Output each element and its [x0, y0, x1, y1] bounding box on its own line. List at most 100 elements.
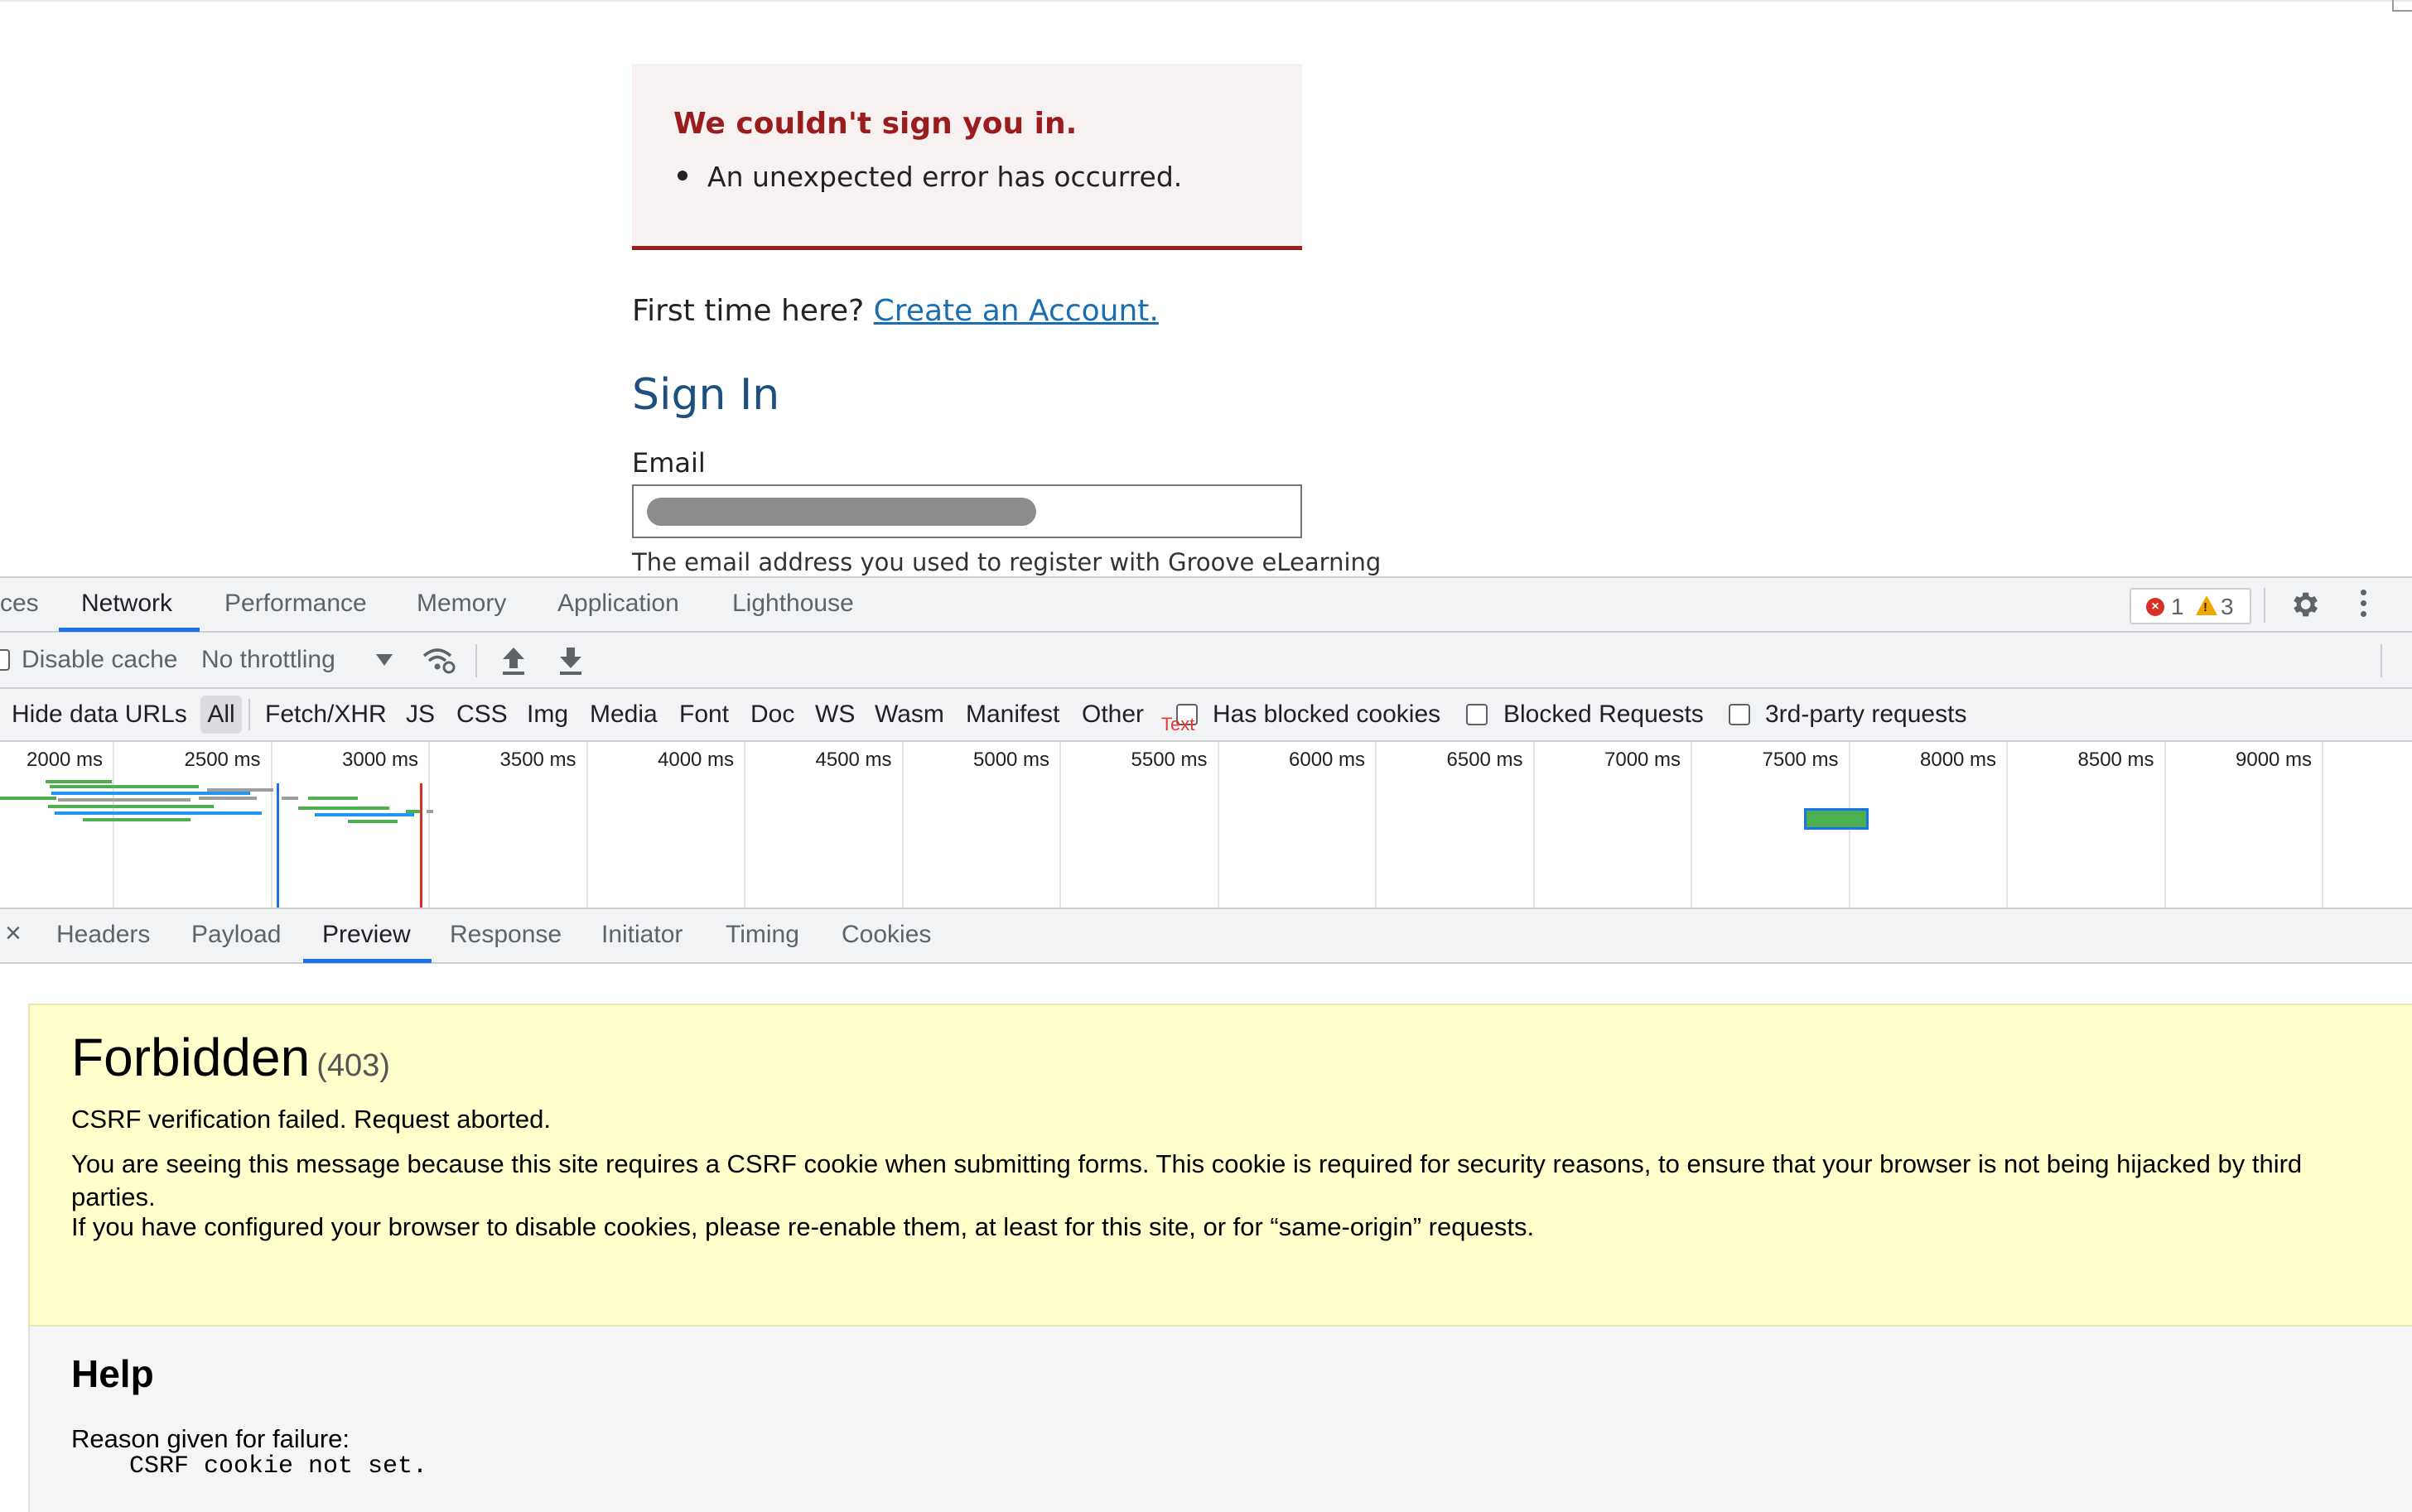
- tab-memory[interactable]: Memory: [417, 590, 506, 618]
- timeline-tick-label: 6000 ms: [1289, 749, 1366, 771]
- filter-js[interactable]: JS: [406, 701, 435, 729]
- throttling-select[interactable]: No throttling: [201, 646, 335, 674]
- tab-lighthouse[interactable]: Lighthouse: [732, 590, 854, 618]
- filter-css[interactable]: CSS: [456, 701, 508, 729]
- timeline-tick-label: 8500 ms: [2077, 749, 2154, 771]
- help-section: Help Reason given for failure: CSRF cook…: [28, 1327, 2412, 1512]
- request-bar: [308, 797, 358, 800]
- filter-doc[interactable]: Doc: [750, 701, 794, 729]
- request-bar: [282, 797, 298, 800]
- more-options-icon[interactable]: [2359, 588, 2367, 621]
- chevron-down-icon[interactable]: [376, 654, 393, 666]
- tab-cookies[interactable]: Cookies: [842, 921, 931, 949]
- filter-ws[interactable]: WS: [815, 701, 855, 729]
- third-party-checkbox[interactable]: [1729, 704, 1750, 725]
- create-account-link[interactable]: Create an Account.: [874, 294, 1159, 328]
- error-status: (403): [316, 1048, 390, 1083]
- request-bar: [199, 797, 257, 800]
- request-bar: [51, 792, 250, 795]
- error-line-3: If you have configured your browser to d…: [71, 1212, 1535, 1241]
- timeline-tick-label: 8000 ms: [1920, 749, 1997, 771]
- divider: [2381, 644, 2382, 677]
- domcontentloaded-marker: [277, 783, 279, 908]
- email-help-text: The email address you used to register w…: [632, 548, 1382, 576]
- blocked-requests-checkbox[interactable]: [1466, 704, 1488, 725]
- error-alert: We couldn't sign you in. An unexpected e…: [632, 64, 1302, 250]
- tab-network[interactable]: Network: [81, 590, 172, 618]
- timeline-gridline: [2006, 742, 2008, 908]
- corner-icon: [2392, 0, 2412, 12]
- first-time-text: First time here?: [632, 294, 865, 328]
- request-bar: [315, 813, 414, 816]
- active-tab-indicator: [59, 628, 200, 632]
- network-filter-bar: Hide data URLs All Fetch/XHR JS CSS Img …: [0, 689, 2412, 742]
- tab-timing[interactable]: Timing: [726, 921, 799, 949]
- request-bar: [58, 798, 191, 802]
- error-icon: ×: [2146, 598, 2164, 616]
- network-conditions-icon[interactable]: [421, 644, 457, 676]
- load-marker: [420, 783, 422, 908]
- divider: [475, 644, 477, 677]
- filter-media[interactable]: Media: [590, 701, 658, 729]
- issue-counter[interactable]: × 1 ! 3: [2130, 588, 2251, 624]
- filter-img[interactable]: Img: [527, 701, 568, 729]
- tab-response[interactable]: Response: [450, 921, 562, 949]
- response-preview: Forbidden (403) CSRF verification failed.…: [0, 964, 2412, 1512]
- tab-payload[interactable]: Payload: [191, 921, 281, 949]
- hide-data-urls-toggle[interactable]: Hide data URLs: [12, 701, 187, 729]
- disable-cache-checkbox[interactable]: [0, 649, 10, 671]
- help-heading: Help: [71, 1352, 154, 1395]
- filter-fetch-xhr[interactable]: Fetch/XHR: [265, 701, 387, 729]
- request-detail-tabs: × Headers Payload Preview Response Initi…: [0, 909, 2412, 964]
- timeline-tick-label: 9000 ms: [2236, 749, 2313, 771]
- timeline-gridline: [270, 742, 273, 908]
- request-bar: [298, 807, 389, 810]
- tab-application[interactable]: Application: [557, 590, 679, 618]
- filter-other[interactable]: Other: [1082, 701, 1144, 729]
- timeline-tick-label: 4000 ms: [658, 749, 735, 771]
- request-bar: [348, 820, 398, 823]
- timeline-gridline: [1217, 742, 1219, 908]
- timeline-gridline: [901, 742, 904, 908]
- close-icon[interactable]: ×: [5, 917, 22, 950]
- timeline-gridline: [2322, 742, 2323, 908]
- reason-label: Reason given for failure:: [71, 1424, 350, 1453]
- blocked-requests-label: Blocked Requests: [1503, 701, 1704, 728]
- upload-icon[interactable]: [500, 646, 527, 676]
- timeline-tick-label: 4500 ms: [815, 749, 892, 771]
- request-bar: [0, 797, 56, 800]
- sign-in-heading: Sign In: [632, 370, 780, 420]
- selected-request-bar[interactable]: [1804, 808, 1869, 830]
- divider: [2264, 588, 2265, 623]
- bullet-icon: [678, 170, 687, 181]
- email-label: Email: [632, 447, 706, 479]
- timeline-gridline: [1375, 742, 1377, 908]
- filter-font[interactable]: Font: [679, 701, 729, 729]
- timeline-tick-label: 2500 ms: [184, 749, 261, 771]
- download-icon[interactable]: [557, 646, 584, 676]
- filter-manifest[interactable]: Manifest: [966, 701, 1059, 729]
- request-bar: [207, 788, 273, 792]
- network-overview-timeline[interactable]: 2000 ms 2500 ms 3000 ms 3500 ms 4000 ms 4500 …: [0, 742, 2412, 909]
- tab-preview[interactable]: Preview: [322, 921, 411, 949]
- request-bar: [46, 780, 112, 783]
- timeline-tick-label: 3500 ms: [499, 749, 576, 771]
- filter-all[interactable]: All: [200, 696, 242, 734]
- email-field[interactable]: [632, 484, 1302, 538]
- request-bar: [50, 785, 199, 788]
- error-summary: Forbidden (403) CSRF verification failed.…: [28, 1004, 2412, 1327]
- tab-sources[interactable]: ces: [0, 590, 39, 618]
- top-border: [0, 0, 2412, 2]
- disable-cache-label: Disable cache: [22, 646, 178, 673]
- network-toolbar: Disable cache No throttling: [0, 633, 2412, 689]
- error-title: Forbidden: [71, 1028, 311, 1087]
- tab-initiator[interactable]: Initiator: [601, 921, 683, 949]
- tab-performance[interactable]: Performance: [224, 590, 367, 618]
- timeline-tick-label: 5000 ms: [973, 749, 1050, 771]
- alert-title: We couldn't sign you in.: [673, 107, 1078, 141]
- gear-icon[interactable]: [2288, 588, 2321, 621]
- filter-wasm[interactable]: Wasm: [875, 701, 944, 729]
- active-subtab-indicator: [303, 959, 432, 963]
- tab-headers[interactable]: Headers: [56, 921, 150, 949]
- reason-code: CSRF cookie not set.: [129, 1452, 428, 1481]
